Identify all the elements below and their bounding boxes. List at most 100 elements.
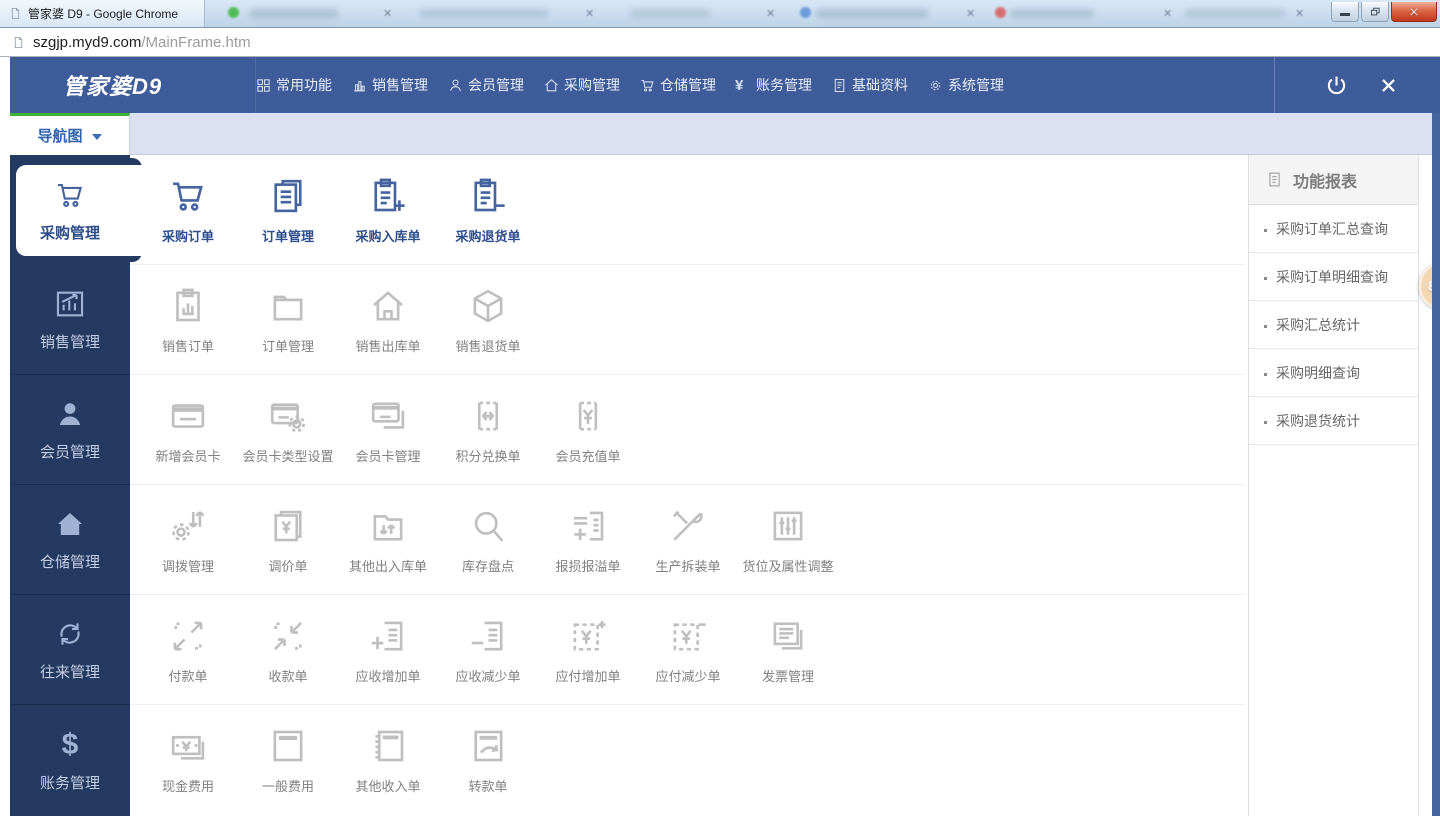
module-row: 调拨管理 调价单其他出入库单库存盘点报损报溢单生产拆装单货位及属性调整 — [130, 485, 1245, 595]
module-item[interactable]: 积分兑换单 — [438, 375, 538, 484]
nav-item[interactable]: 仓储管理 — [639, 75, 716, 95]
main-nav: 常用功能销售管理 会员管理采购管理仓储管理 ¥账务管理 基础资料 系统管理 — [255, 75, 1004, 95]
clipboard-chart-icon — [167, 285, 209, 327]
module-item[interactable]: 转款单 — [438, 705, 538, 815]
window-card-icon — [267, 725, 309, 767]
module-item[interactable]: 发票管理 — [738, 595, 838, 704]
grid-icon — [255, 77, 272, 94]
header-close-button[interactable] — [1379, 76, 1398, 95]
minimize-button[interactable] — [1331, 2, 1359, 22]
module-item[interactable]: 调价单 — [238, 485, 338, 594]
module-item[interactable]: 生产拆装单 — [638, 485, 738, 594]
doc-yen-icon — [267, 505, 309, 547]
cart-icon — [53, 178, 87, 212]
search-icon — [467, 505, 509, 547]
restore-button[interactable] — [1361, 2, 1389, 22]
reports-panel-wrap: 功能报表 采购订单汇总查询采购订单明细查询采购汇总统计采购明细查询采购退货统计 — [1245, 155, 1440, 816]
app-header: 管家婆D9 常用功能销售管理会员管理采购管理仓储管理¥账务管理基础资料系统管理 — [10, 57, 1440, 113]
module-item-label: 销售出库单 — [355, 336, 420, 355]
url-text: szgjp.myd9.com/MainFrame.htm — [33, 34, 251, 51]
reports-title: 功能报表 — [1293, 168, 1357, 192]
nav-item[interactable]: 常用功能 — [255, 75, 332, 95]
tab-navigation-map[interactable]: 导航图 — [10, 113, 130, 155]
module-item[interactable]: 库存盘点 — [438, 485, 538, 594]
module-item-label: 收款单 — [268, 666, 307, 685]
yen-box-plus-icon — [567, 615, 609, 657]
cube-icon — [467, 285, 509, 327]
module-item[interactable]: 会员充值单 — [538, 375, 638, 484]
sidebar-item-active[interactable]: 采购管理 — [10, 155, 130, 265]
module-item-label: 应付减少单 — [655, 666, 720, 685]
close-button[interactable] — [1391, 2, 1437, 22]
page-icon — [12, 35, 25, 50]
module-item[interactable]: 调拨管理 — [138, 485, 238, 594]
module-item-label: 新增会员卡 — [155, 446, 220, 465]
power-button[interactable] — [1324, 73, 1349, 98]
report-item[interactable]: 采购退货统计 — [1249, 397, 1418, 445]
module-item[interactable]: 货位及属性调整 — [738, 485, 838, 594]
module-item[interactable]: 会员卡类型设置 — [238, 375, 338, 484]
module-item[interactable]: 销售退货单 — [438, 265, 538, 374]
left-sidebar: 采购管理销售管理会员管理仓储管理往来管理$账务管理 — [10, 155, 130, 816]
nav-item[interactable]: 会员管理 — [447, 75, 524, 95]
nav-item[interactable]: ¥账务管理 — [735, 75, 812, 95]
module-item[interactable]: 新增会员卡 — [138, 375, 238, 484]
module-item[interactable]: 一般费用 — [238, 705, 338, 815]
module-item[interactable]: 销售订单 — [138, 265, 238, 374]
report-item[interactable]: 采购订单汇总查询 — [1249, 205, 1418, 253]
module-item[interactable]: 应付增加单 — [538, 595, 638, 704]
module-item[interactable]: 现金费用 — [138, 705, 238, 815]
nav-item-label: 基础资料 — [852, 75, 908, 95]
module-item[interactable]: 其他出入库单 — [338, 485, 438, 594]
module-item-label: 订单管理 — [262, 226, 314, 245]
tab-label: 导航图 — [37, 125, 82, 146]
reports-panel: 功能报表 采购订单汇总查询采购订单明细查询采购汇总统计采购明细查询采购退货统计 — [1248, 155, 1419, 816]
nav-item-label: 系统管理 — [948, 75, 1004, 95]
module-item[interactable]: 其他收入单 — [338, 705, 438, 815]
refresh-icon — [53, 617, 87, 651]
report-item[interactable]: 采购订单明细查询 — [1249, 253, 1418, 301]
person-icon — [447, 77, 464, 94]
report-item[interactable]: 采购汇总统计 — [1249, 301, 1418, 349]
sidebar-item[interactable]: 仓储管理 — [10, 485, 130, 595]
module-row: 付款单 收款单 应收增加单应收减少单应付增加单 应付减少单 发票管理 — [130, 595, 1245, 705]
module-item[interactable]: 付款单 — [138, 595, 238, 704]
receipt-swap-icon — [467, 395, 509, 437]
module-item[interactable]: 报损报溢单 — [538, 485, 638, 594]
module-item-label: 其他出入库单 — [349, 556, 427, 575]
page-icon — [9, 6, 22, 21]
module-item[interactable]: 会员卡管理 — [338, 375, 438, 484]
module-item[interactable]: 采购订单 — [138, 155, 238, 264]
nav-item[interactable]: 销售管理 — [351, 75, 428, 95]
module-item[interactable]: 订单管理 — [238, 265, 338, 374]
module-item[interactable]: 销售出库单 — [338, 265, 438, 374]
module-item-label: 应付增加单 — [555, 666, 620, 685]
module-item-label: 发票管理 — [762, 666, 814, 685]
dollar-text-icon: $ — [53, 728, 87, 762]
module-item[interactable]: 订单管理 — [238, 155, 338, 264]
browser-window: 管家婆 D9 - Google Chrome ✕ ✕ ✕ ✕ ✕ ✕ — [0, 0, 1440, 816]
module-item[interactable]: 应付减少单 — [638, 595, 738, 704]
module-item-label: 付款单 — [168, 666, 207, 685]
sidebar-item[interactable]: 往来管理 — [10, 595, 130, 705]
nav-item[interactable]: 采购管理 — [543, 75, 620, 95]
nav-item[interactable]: 系统管理 — [927, 75, 1004, 95]
sidebar-item[interactable]: $账务管理 — [10, 705, 130, 815]
sidebar-item[interactable]: 会员管理 — [10, 375, 130, 485]
module-item-label: 调拨管理 — [162, 556, 214, 575]
module-item[interactable]: 应收减少单 — [438, 595, 538, 704]
nav-item-label: 会员管理 — [468, 75, 524, 95]
module-item-label: 应收增加单 — [355, 666, 420, 685]
module-row: 销售订单订单管理销售出库单销售退货单 — [130, 265, 1245, 375]
reports-header: 功能报表 — [1249, 155, 1418, 205]
doc-icon — [1266, 170, 1283, 189]
nav-item[interactable]: 基础资料 — [831, 75, 908, 95]
url-bar[interactable]: szgjp.myd9.com/MainFrame.htm — [0, 28, 1440, 57]
module-item[interactable]: 收款单 — [238, 595, 338, 704]
module-item[interactable]: 采购退货单 — [438, 155, 538, 264]
module-item[interactable]: 采购入库单 — [338, 155, 438, 264]
module-item[interactable]: 应收增加单 — [338, 595, 438, 704]
sidebar-item[interactable]: 销售管理 — [10, 265, 130, 375]
report-item[interactable]: 采购明细查询 — [1249, 349, 1418, 397]
gear-icon — [927, 77, 944, 94]
